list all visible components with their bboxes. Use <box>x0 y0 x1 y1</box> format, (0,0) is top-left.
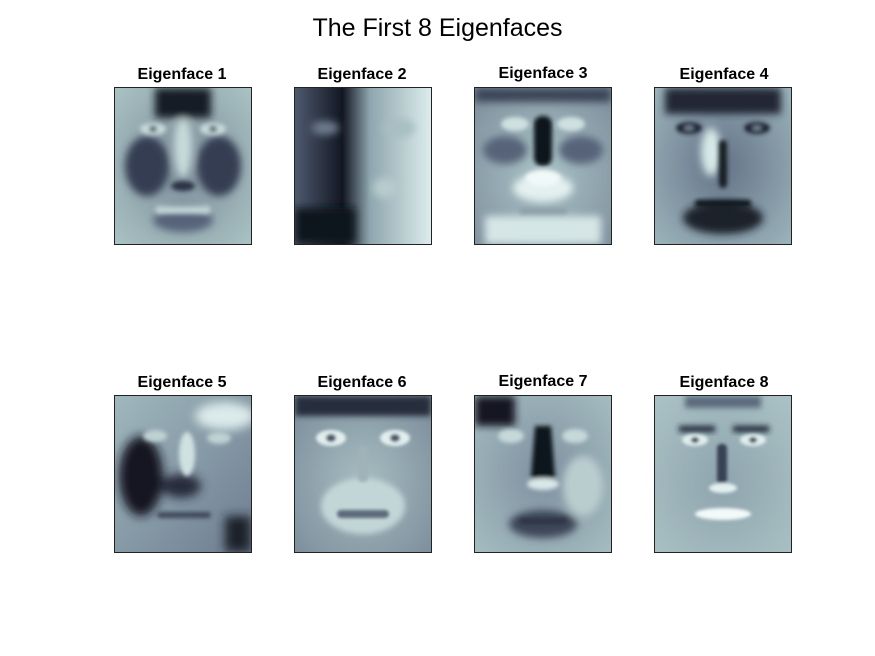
eigenface-image-8 <box>654 395 792 553</box>
eigenface-image-2 <box>294 87 432 245</box>
panel-title-8: Eigenface 8 <box>679 374 769 391</box>
eigenfaces-figure: The First 8 Eigenfaces Eigenface 1 Eigen… <box>0 0 875 656</box>
eigenface-image-6 <box>294 395 432 553</box>
panel-title-2: Eigenface 2 <box>317 66 407 83</box>
panel-title-5: Eigenface 5 <box>137 374 227 391</box>
eigenface-image-1 <box>114 87 252 245</box>
panel-title-3: Eigenface 3 <box>498 65 588 82</box>
eigenface-image-3 <box>474 87 612 245</box>
eigenface-image-7 <box>474 395 612 553</box>
panel-title-1: Eigenface 1 <box>137 66 227 83</box>
panel-title-6: Eigenface 6 <box>317 374 407 391</box>
eigenface-image-5 <box>114 395 252 553</box>
panel-title-7: Eigenface 7 <box>498 373 588 390</box>
eigenface-image-4 <box>654 87 792 245</box>
panel-title-4: Eigenface 4 <box>679 66 769 83</box>
figure-title: The First 8 Eigenfaces <box>312 14 563 42</box>
